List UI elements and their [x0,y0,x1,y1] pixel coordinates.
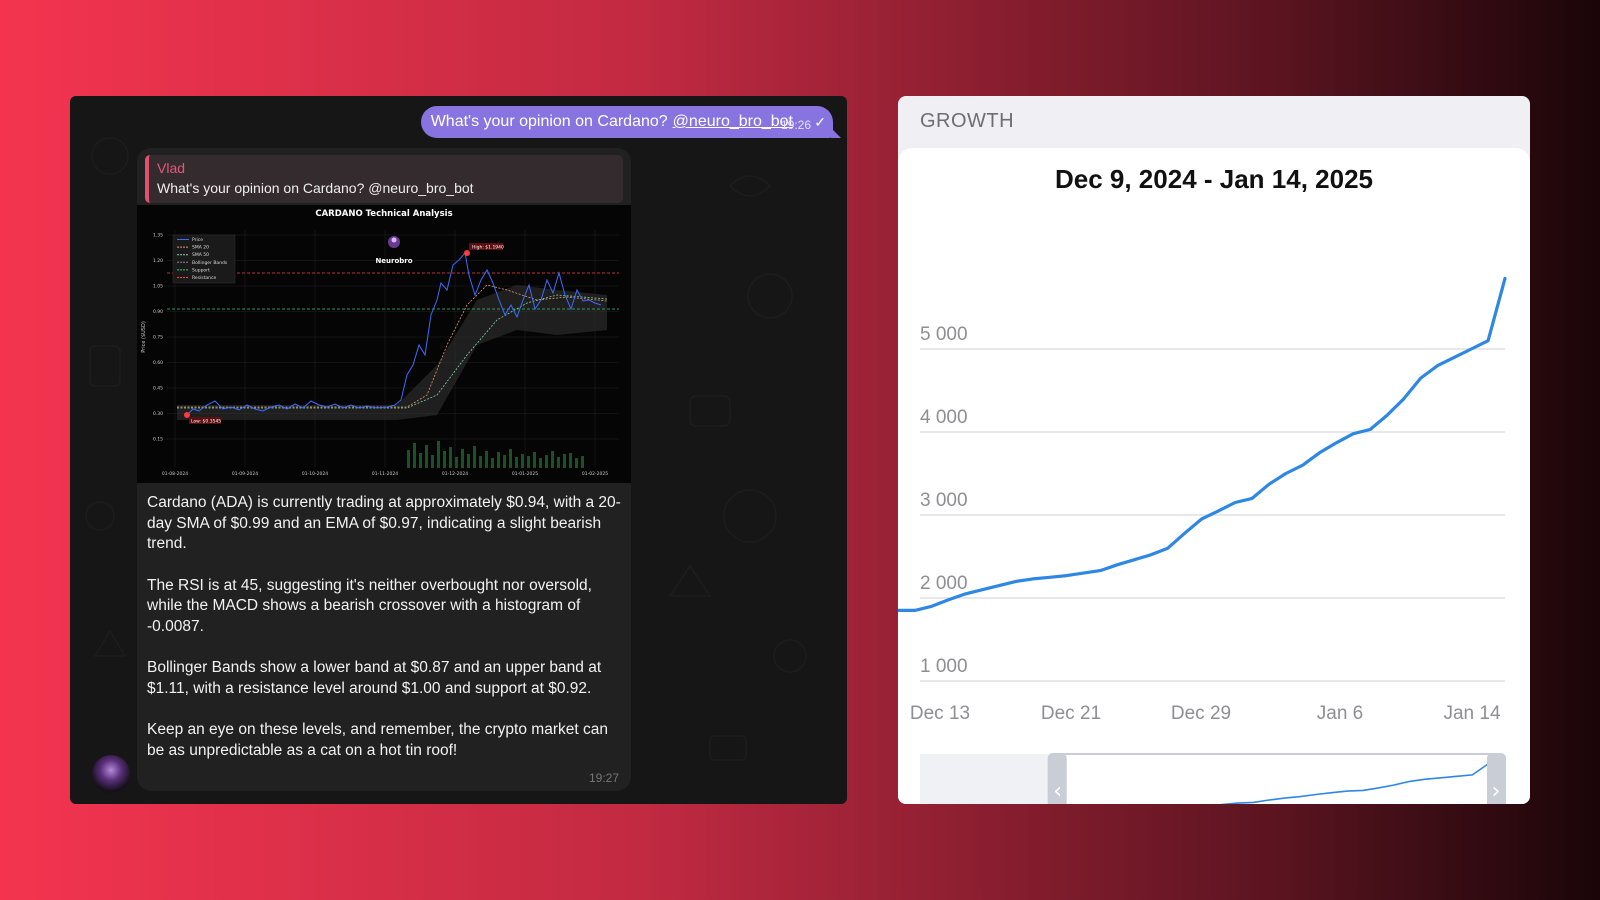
ta-legend-item: SMA 50 [192,252,209,258]
growth-y-tick: 5 000 [920,324,968,345]
reply-quote-author: Vlad [157,160,186,176]
sent-check-icon: ✓ [814,114,826,130]
ta-x-tick: 01-10-2024 [302,471,328,477]
cardano-technical-analysis-image[interactable]: CARDANO Technical Analysis 1.35 1.20 1.05 0… [137,205,631,483]
ta-y-tick: 0.30 [153,411,163,417]
outgoing-message-time: 19:26 [780,118,811,132]
ta-y-tick: 0.15 [153,437,163,443]
reply-paragraph: The RSI is at 45, suggesting it's neithe… [147,576,592,635]
telegram-chat-panel: What's your opinion on Cardano? @neuro_b… [70,96,847,804]
ta-legend-item: SMA 20 [192,245,209,251]
chevron-left-icon: ‹ [1053,779,1062,804]
growth-x-tick: Jan 6 [1317,703,1363,724]
growth-line-chart[interactable]: 1 0002 0003 0004 0005 000Dec 13 Dec 21 Dec… [898,148,1530,804]
ta-y-tick: 1.20 [153,258,163,264]
outgoing-message-text: What's your opinion on Cardano? [430,113,668,130]
ta-x-tick: 01-01-2025 [512,471,538,477]
ta-high-label: High: $1.1940 [472,245,504,251]
growth-section-header: GROWTH [920,110,1015,132]
ta-x-tick: 01-11-2024 [372,471,398,477]
bot-avatar[interactable] [92,755,130,793]
growth-series-line [898,276,1507,612]
reply-paragraph: Keep an eye on these levels, and remembe… [147,721,608,759]
bot-mention-link[interactable]: @neuro_bro_bot [673,113,793,131]
ta-legend-item: Bollinger Bands [192,260,228,266]
growth-x-tick: Dec 13 [910,703,970,724]
ta-y-tick: 0.60 [153,360,163,366]
ta-y-tick: 0.75 [153,335,163,341]
ta-low-label: Low: $0.3545 [191,419,221,425]
reply-paragraph: Cardano (ADA) is currently trading at ap… [147,494,621,552]
outgoing-message[interactable]: What's your opinion on Cardano? @neuro_b… [420,106,842,138]
bot-reply-text: Cardano (ADA) is currently trading at ap… [137,483,631,761]
growth-y-tick: 3 000 [920,490,968,511]
chevron-right-icon: › [1492,779,1501,804]
ta-y-tick: 1.35 [153,233,163,239]
growth-y-tick: 1 000 [920,656,968,677]
ta-y-tick: 0.90 [153,309,163,315]
ta-legend-item: Support [192,267,210,273]
growth-navigator-shade [920,754,1049,804]
reply-paragraph: Bollinger Bands show a lower band at $0.… [147,659,602,697]
ta-chart-ylabel: Price ($USD) [141,321,147,353]
growth-x-tick: Jan 14 [1443,703,1500,724]
reply-quote[interactable]: Vlad What's your opinion on Cardano? @ne… [145,155,623,203]
ta-x-tick: 01-12-2024 [442,471,468,477]
ta-chart-title: CARDANO Technical Analysis [315,209,452,219]
ta-x-tick: 01-02-2025 [582,471,608,477]
ta-legend-item: Price [192,237,203,243]
growth-x-tick: Dec 21 [1041,703,1101,724]
ta-y-tick: 1.05 [153,284,163,290]
growth-x-tick: Dec 29 [1171,703,1231,724]
ta-high-marker [464,250,470,256]
growth-chart-card: Dec 9, 2024 - Jan 14, 2025 1 000 2 000 3 0… [898,148,1530,804]
ta-watermark: Neurobro [375,257,412,265]
bot-reply-time: 19:27 [588,771,619,785]
ta-legend-item: Resistance [192,275,216,281]
ta-x-tick: 01-08-2024 [162,471,188,477]
bot-reply-message[interactable]: Vlad What's your opinion on Cardano? @ne… [137,148,631,791]
ta-y-tick: 0.45 [153,386,163,392]
growth-y-tick: 2 000 [920,573,968,594]
reply-quote-text: What's your opinion on Cardano? @neuro_b… [157,180,474,196]
ta-x-tick: 01-09-2024 [232,471,258,477]
growth-y-tick: 4 000 [920,407,968,428]
growth-panel: GROWTH Dec 9, 2024 - Jan 14, 2025 1 000 2… [898,96,1530,804]
